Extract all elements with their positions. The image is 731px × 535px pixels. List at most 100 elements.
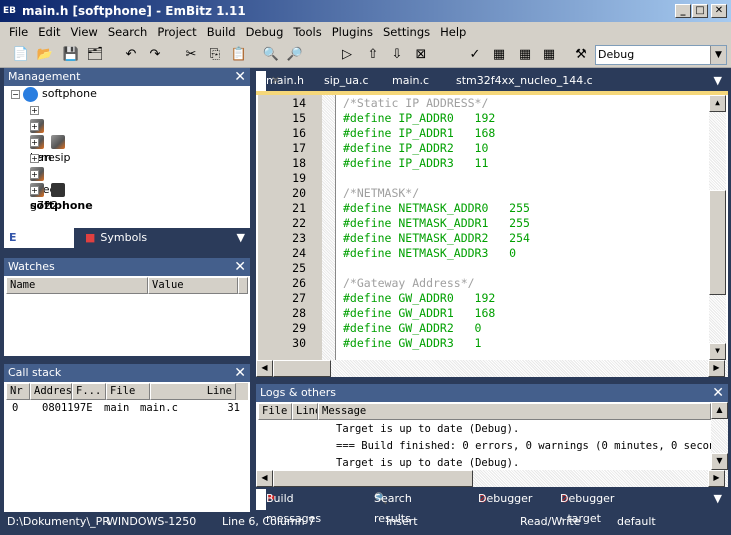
tree-item[interactable]: +rem [30,118,52,164]
expand-icon[interactable]: + [30,169,39,179]
run-icon[interactable]: ⇧ [364,46,382,64]
tab-menu-icon[interactable]: ▼ [232,228,250,248]
logs-tab[interactable]: 🔍 Search results [364,489,412,525]
logs-vertical-scrollbar[interactable]: ▲ ▼ [711,402,728,470]
expand-icon[interactable]: + [30,153,39,163]
close-icon[interactable]: ✕ [234,364,246,382]
menu-settings[interactable]: Settings [378,22,435,42]
editor-horizontal-scrollbar[interactable]: ◀ ▶ [256,360,728,377]
window-title: main.h [softphone] - EmBitz 1.11 [22,4,246,18]
redo-icon[interactable]: ↷ [146,46,164,64]
column-header[interactable]: Address [30,383,72,400]
scroll-thumb[interactable] [273,360,331,377]
tree-item[interactable]: +baresip [30,134,71,164]
tab-menu-icon[interactable]: ▼ [709,71,727,91]
watch-icon[interactable]: ▦ [516,46,534,64]
logs-tab[interactable]: ⊘ Debugger - target [550,489,614,525]
editor-tab[interactable]: stm32f4xx_nucleo_144.c [446,71,593,91]
build-config-select[interactable]: Debug ▼ [595,45,727,65]
expand-icon[interactable]: + [30,105,39,115]
menu-plugins[interactable]: Plugins [327,22,378,42]
close-icon[interactable]: ✕ [234,258,246,276]
menu-search[interactable]: Search [103,22,153,42]
close-button[interactable]: ✕ [711,4,727,18]
cut-icon[interactable]: ✂ [182,46,200,64]
column-header[interactable]: Nr [6,383,30,400]
tree-item[interactable]: +re [30,102,51,148]
debug-icon[interactable]: ✓ [466,46,484,64]
paste-icon[interactable]: 📋 [230,46,248,64]
scroll-up-icon[interactable]: ▲ [711,402,728,419]
tree-item[interactable]: +g722 [30,166,58,212]
menu-debug[interactable]: Debug [241,22,289,42]
editor-tab[interactable]: main.h ✕ [256,71,304,91]
save-icon[interactable]: 💾 [62,46,80,64]
editor-tab[interactable]: sip_ua.c [314,71,369,91]
scroll-down-icon[interactable]: ▼ [709,343,726,360]
close-icon[interactable]: ✕ [234,68,246,86]
find-icon[interactable]: 🔍 [262,46,280,64]
expand-icon[interactable]: + [30,137,39,147]
save-all-icon[interactable]: 🗂 [86,46,104,64]
vertical-scrollbar[interactable]: ▲ ▼ [709,95,726,360]
column-header[interactable]: Line [150,383,236,400]
column-header[interactable]: Message [318,403,711,420]
scroll-thumb[interactable] [709,190,726,295]
column-header[interactable]: File [106,383,150,400]
build-icon[interactable]: ▷ [338,46,356,64]
tab-label: stm32f4xx_nucleo_144.c [456,74,593,87]
scroll-down-icon[interactable]: ▼ [711,453,728,470]
logs-tab[interactable]: ⚑ Build messages [256,489,321,525]
table-row[interactable]: 0 0801197E main main.c 31 [4,402,250,418]
copy-icon[interactable]: ⎘ [206,46,224,64]
code-editor[interactable]: 14 15 16 17 18 19 20 21 22 23 24 25 26 27 28 29 30 /*Sta… [256,95,728,360]
replace-icon[interactable]: 🔎 [286,46,304,64]
close-icon[interactable]: ✕ [712,384,724,402]
breakpoint-icon[interactable]: ▦ [490,46,508,64]
scroll-left-icon[interactable]: ◀ [256,360,273,377]
expand-icon[interactable]: + [30,185,39,195]
tab-projects[interactable]: E Projects [4,228,74,248]
close-tab-icon[interactable]: ✕ [266,71,285,91]
tab-symbols[interactable]: ■ Symbols [80,228,147,248]
scroll-right-icon[interactable]: ▶ [708,470,725,487]
menu-tools[interactable]: Tools [288,22,326,42]
scroll-left-icon[interactable]: ◀ [256,470,273,487]
new-file-icon[interactable]: 📄 [12,46,30,64]
column-header[interactable]: File [258,403,292,420]
tree-item[interactable]: +speex [30,150,63,196]
column-header[interactable]: Line [292,403,318,420]
logs-tab[interactable]: ⊘ Debugger [468,489,532,510]
menu-edit[interactable]: Edit [33,22,65,42]
column-header[interactable]: Name [6,277,148,294]
title-bar: EB main.h [softphone] - EmBitz 1.11 [0,0,731,22]
scroll-right-icon[interactable]: ▶ [708,360,725,377]
scroll-up-icon[interactable]: ▲ [709,95,726,112]
table-cell: main.c [140,402,178,414]
menu-project[interactable]: Project [152,22,201,42]
editor-tab[interactable]: main.c [382,71,429,91]
column-header[interactable]: Value [148,277,238,294]
tree-root[interactable]: − softphone [11,86,97,102]
minimize-button[interactable]: _ [675,4,691,18]
expand-icon[interactable]: + [30,121,39,131]
code-line: #define IP_ADDR0 192 [343,111,496,125]
maximize-button[interactable]: □ [692,4,708,18]
tab-label: Projects [21,231,65,244]
step-icon[interactable]: ⇩ [388,46,406,64]
tools-icon[interactable]: ⚒ [572,46,590,64]
tree-item[interactable]: + softphone [30,182,93,212]
menu-view[interactable]: View [66,22,103,42]
menu-file[interactable]: File [4,22,33,42]
logs-horizontal-scrollbar[interactable]: ◀ ▶ [256,470,728,487]
scroll-thumb[interactable] [273,470,473,487]
stop-icon[interactable]: ⊠ [412,46,430,64]
clear-icon[interactable]: ▦ [540,46,558,64]
undo-icon[interactable]: ↶ [122,46,140,64]
menu-help[interactable]: Help [435,22,471,42]
code-line: #define IP_ADDR3 11 [343,156,489,170]
column-header[interactable]: F... [72,383,106,400]
open-icon[interactable]: 📂 [36,46,54,64]
tab-menu-icon[interactable]: ▼ [709,489,727,509]
menu-build[interactable]: Build [202,22,241,42]
